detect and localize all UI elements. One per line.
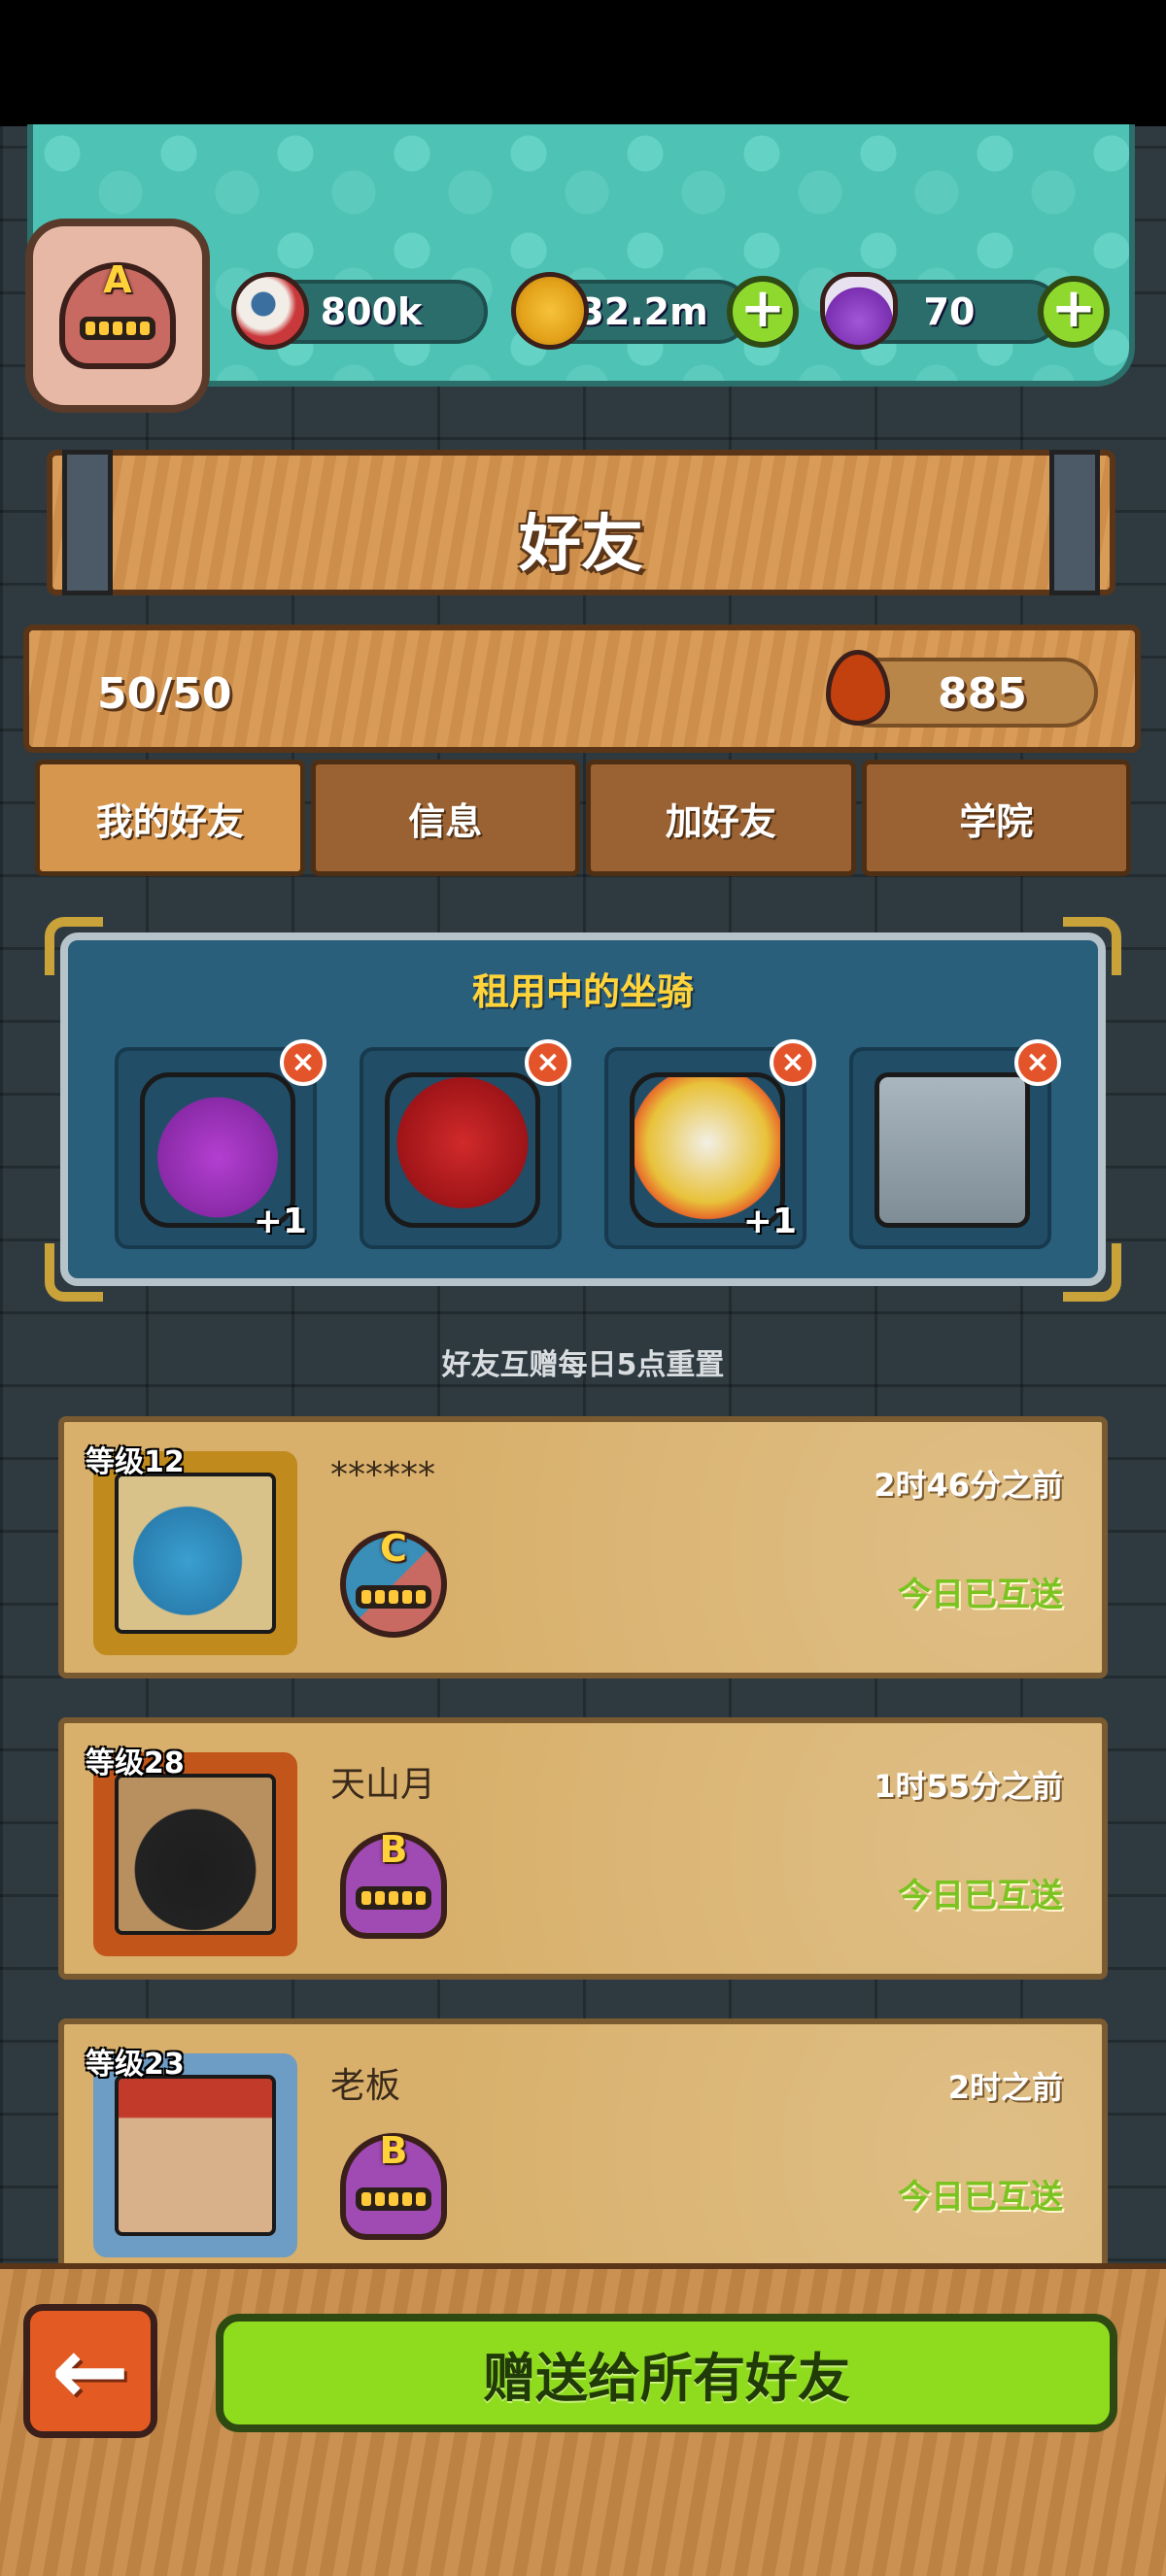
rank-monster-icon: B xyxy=(340,1828,447,1939)
stone-machine-mount-icon xyxy=(874,1072,1030,1228)
player-rank-monster-icon: A xyxy=(59,258,176,369)
friend-last-seen: 2时46分之前 xyxy=(874,1467,1063,1504)
remove-mount-button[interactable]: × xyxy=(770,1039,816,1086)
friend-count: 50/50 xyxy=(97,669,232,719)
rose-mount-icon xyxy=(385,1072,540,1228)
eyeball-value: 800k xyxy=(320,290,423,333)
friend-card[interactable]: 等级12 ****** C 2时46分之前 今日已互送 xyxy=(58,1416,1108,1678)
eyeball-icon xyxy=(231,272,309,350)
friend-rank: B xyxy=(379,1828,408,1871)
gift-reset-note: 好友互赠每日5点重置 xyxy=(441,1348,725,1382)
potion-icon xyxy=(820,272,898,350)
title-plank: 好友 xyxy=(47,450,1115,595)
friend-name: 天山月 xyxy=(330,1765,436,1805)
gift-status: 今日已互送 xyxy=(898,2178,1063,2217)
friend-level: 等级28 xyxy=(86,1746,185,1780)
friend-avatar[interactable] xyxy=(93,1752,297,1956)
friend-rank: C xyxy=(380,1527,407,1570)
mount-bonus: +1 xyxy=(742,1202,797,1241)
mount-slot[interactable]: × xyxy=(360,1039,571,1249)
tab-messages[interactable]: 信息 xyxy=(310,760,580,876)
mount-slot[interactable]: × xyxy=(849,1039,1061,1249)
friend-level: 等级23 xyxy=(86,2048,185,2082)
friend-avatar[interactable] xyxy=(93,2053,297,2257)
blue-slug-avatar-icon xyxy=(115,1473,276,1634)
gift-status: 今日已互送 xyxy=(898,1576,1063,1614)
box-face-avatar-icon xyxy=(115,2075,276,2236)
friend-rank: B xyxy=(379,2129,408,2172)
remove-mount-button[interactable]: × xyxy=(1014,1039,1061,1086)
add-potion-button[interactable]: + xyxy=(1038,276,1110,348)
tab-my-friends[interactable]: 我的好友 xyxy=(35,760,305,876)
tab-add-friend[interactable]: 加好友 xyxy=(586,760,856,876)
player-profile-badge[interactable]: A xyxy=(25,219,210,413)
rank-monster-icon: B xyxy=(340,2129,447,2240)
friend-last-seen: 1时55分之前 xyxy=(874,1768,1063,1805)
rank-monster-icon: C xyxy=(340,1527,447,1638)
friend-tabs: 我的好友 信息 加好友 学院 xyxy=(35,760,1131,876)
gift-all-friends-button[interactable]: 赠送给所有好友 xyxy=(216,2314,1117,2432)
mount-slot[interactable]: × +1 xyxy=(604,1039,816,1249)
arrow-left-icon: ← xyxy=(51,2317,130,2425)
friend-card[interactable]: 等级23 老板 B 2时之前 今日已互送 xyxy=(58,2018,1108,2281)
remove-mount-button[interactable]: × xyxy=(525,1039,571,1086)
friend-level: 等级12 xyxy=(86,1445,185,1479)
friend-rank-badge: C xyxy=(330,1521,457,1647)
gift-status: 今日已互送 xyxy=(898,1877,1063,1915)
rented-mounts-panel: 租用中的坐骑 × +1 × × +1 × xyxy=(45,917,1121,1302)
potion-value: 70 xyxy=(923,290,976,333)
friend-info-plank: 50/50 885 xyxy=(23,625,1141,753)
rented-mounts-title: 租用中的坐骑 xyxy=(471,970,694,1013)
friend-card[interactable]: 等级28 天山月 B 1时55分之前 今日已互送 xyxy=(58,1717,1108,1980)
friend-name: ****** xyxy=(330,1455,435,1495)
mount-bonus: +1 xyxy=(253,1202,307,1241)
friend-avatar[interactable] xyxy=(93,1451,297,1655)
remove-mount-button[interactable]: × xyxy=(280,1039,326,1086)
friend-name: 老板 xyxy=(330,2066,401,2106)
coin-value: 32.2m xyxy=(578,290,708,333)
page-title: 好友 xyxy=(519,509,643,581)
status-bar xyxy=(0,0,1166,126)
tab-academy[interactable]: 学院 xyxy=(861,760,1131,876)
blood-value: 885 xyxy=(938,669,1027,719)
back-button[interactable]: ← xyxy=(23,2304,157,2438)
friend-rank-badge: B xyxy=(330,2123,457,2250)
coin-icon xyxy=(511,272,589,350)
player-rank: A xyxy=(103,258,132,301)
black-blob-avatar-icon xyxy=(115,1774,276,1935)
friend-last-seen: 2时之前 xyxy=(947,2069,1063,2106)
friend-rank-badge: B xyxy=(330,1822,457,1949)
add-coins-button[interactable]: + xyxy=(727,276,799,348)
mount-slot[interactable]: × +1 xyxy=(115,1039,326,1249)
